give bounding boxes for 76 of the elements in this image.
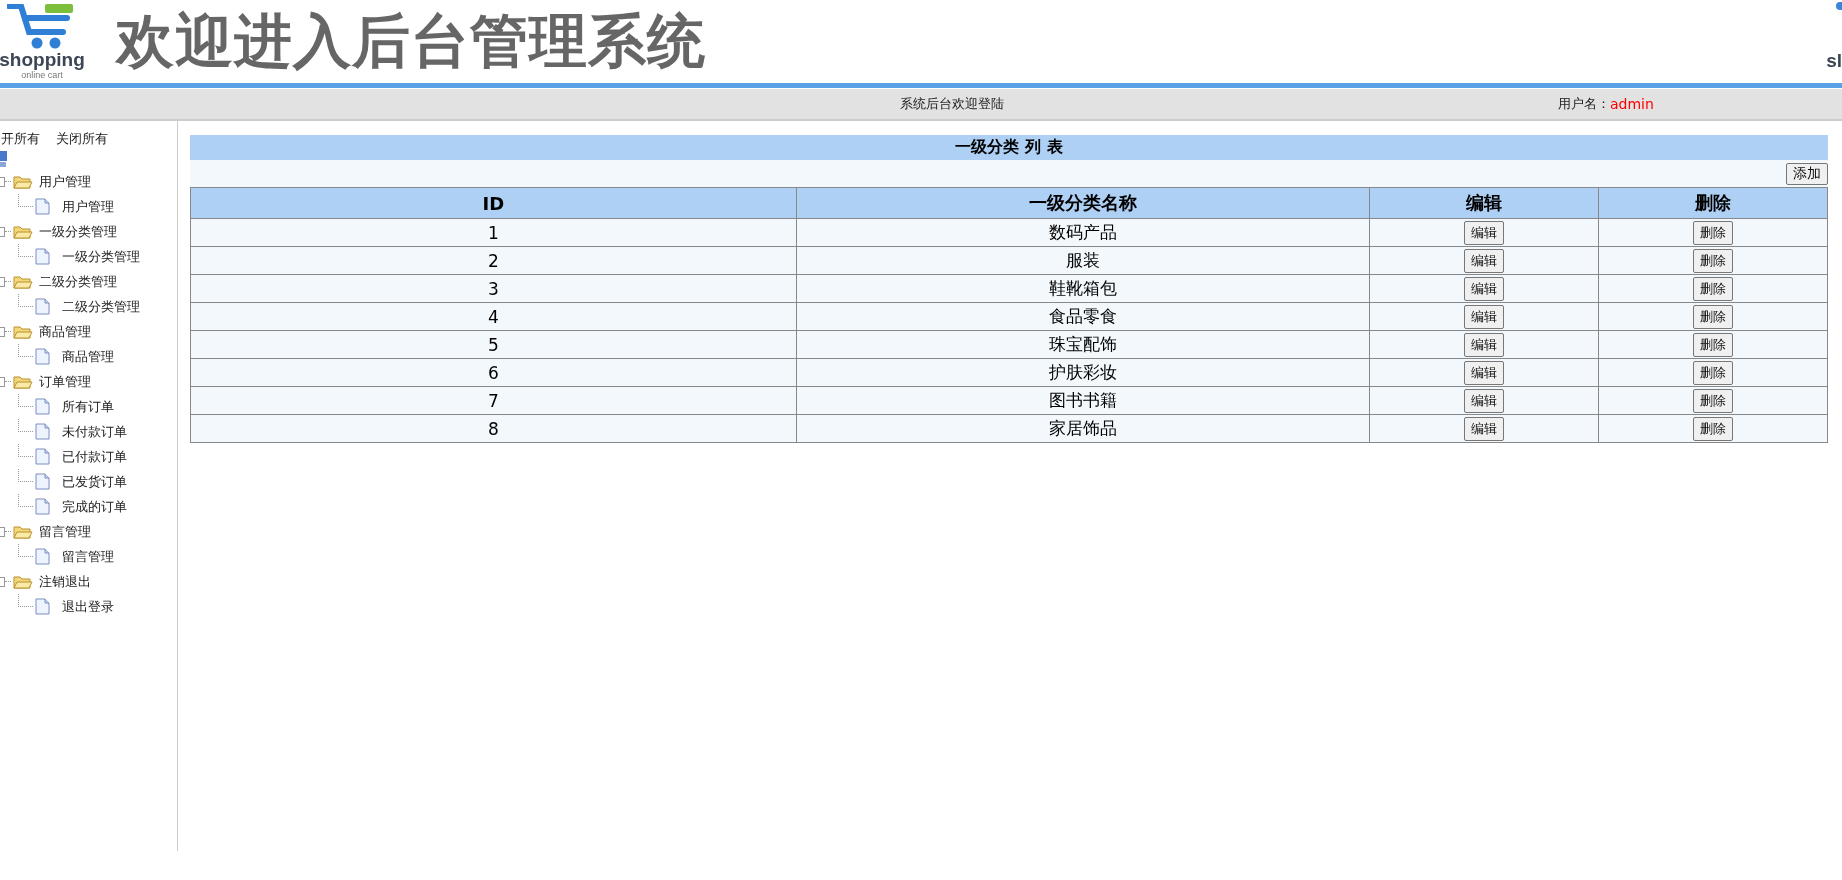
delete-button[interactable]: 删除 bbox=[1692, 220, 1733, 245]
file-icon bbox=[35, 198, 50, 215]
table-cell: 珠宝配饰 bbox=[796, 330, 1370, 359]
edit-button[interactable]: 编辑 bbox=[1463, 276, 1504, 301]
delete-button[interactable]: 删除 bbox=[1692, 248, 1733, 273]
tree-leaf-item[interactable]: 一级分类管理 bbox=[62, 247, 140, 266]
edit-button[interactable]: 编辑 bbox=[1463, 304, 1504, 329]
table-cell: 家居饰品 bbox=[796, 414, 1370, 443]
column-header: 一级分类名称 bbox=[796, 187, 1370, 219]
edit-button[interactable]: 编辑 bbox=[1463, 388, 1504, 413]
table-cell: 7 bbox=[190, 386, 797, 415]
table-cell: 数码产品 bbox=[796, 218, 1370, 247]
edit-button[interactable]: 编辑 bbox=[1463, 332, 1504, 357]
table-cell: 6 bbox=[190, 358, 797, 387]
delete-button[interactable]: 删除 bbox=[1692, 332, 1733, 357]
expand-all-link[interactable]: 开所有 bbox=[1, 130, 40, 148]
column-header: 编辑 bbox=[1369, 187, 1599, 219]
tree-folder-item[interactable]: 商品管理 bbox=[39, 322, 91, 341]
user-label: 用户名： bbox=[1558, 95, 1610, 113]
edit-button[interactable]: 编辑 bbox=[1463, 248, 1504, 273]
table-cell: 2 bbox=[190, 246, 797, 275]
table-cell: 图书书籍 bbox=[796, 386, 1370, 415]
table-cell: 护肤彩妆 bbox=[796, 358, 1370, 387]
tree-leaf-item[interactable]: 所有订单 bbox=[62, 397, 114, 416]
table-cell: 服装 bbox=[796, 246, 1370, 275]
tree-leaf-item[interactable]: 商品管理 bbox=[62, 347, 114, 366]
table-cell: 3 bbox=[190, 274, 797, 303]
table-title: 一级分类 列 表 bbox=[190, 135, 1828, 160]
column-header: 删除 bbox=[1598, 187, 1828, 219]
table-cell: 8 bbox=[190, 414, 797, 443]
user-name: admin bbox=[1610, 96, 1654, 112]
file-icon bbox=[35, 448, 50, 465]
delete-button[interactable]: 删除 bbox=[1692, 276, 1733, 301]
tree-folder-item[interactable]: 留言管理 bbox=[39, 522, 91, 541]
column-header: ID bbox=[190, 187, 797, 219]
tree-folder-item[interactable]: 用户管理 bbox=[39, 172, 91, 191]
tree-folder-item[interactable]: 二级分类管理 bbox=[39, 272, 117, 291]
delete-button[interactable]: 删除 bbox=[1692, 360, 1733, 385]
logo-text: shopping bbox=[0, 49, 85, 70]
delete-button[interactable]: 删除 bbox=[1692, 304, 1733, 329]
tree-leaf-item[interactable]: 退出登录 bbox=[62, 597, 114, 616]
logo-text: sl bbox=[1826, 50, 1842, 72]
tree-leaf-item[interactable]: 已发货订单 bbox=[62, 472, 127, 491]
tree-folder-item[interactable]: 一级分类管理 bbox=[39, 222, 117, 241]
welcome-text: 系统后台欢迎登陆 bbox=[900, 95, 1004, 113]
tree-leaf-item[interactable]: 二级分类管理 bbox=[62, 297, 140, 316]
delete-button[interactable]: 删除 bbox=[1692, 388, 1733, 413]
file-icon bbox=[35, 498, 50, 515]
page-title: 欢迎进入后台管理系统 bbox=[116, 5, 706, 77]
logo-subtext: online cart bbox=[21, 69, 63, 80]
file-icon bbox=[35, 398, 50, 415]
delete-button[interactable]: 删除 bbox=[1692, 416, 1733, 441]
tree-leaf-item[interactable]: 已付款订单 bbox=[62, 447, 127, 466]
table-cell: 食品零食 bbox=[796, 302, 1370, 331]
file-icon bbox=[35, 598, 50, 615]
edit-button[interactable]: 编辑 bbox=[1463, 416, 1504, 441]
add-button[interactable]: 添加 bbox=[1786, 162, 1828, 185]
tree-leaf-item[interactable]: 留言管理 bbox=[62, 547, 114, 566]
tree-leaf-item[interactable]: 未付款订单 bbox=[62, 422, 127, 441]
table-cell: 4 bbox=[190, 302, 797, 331]
file-icon bbox=[35, 473, 50, 490]
table-cell: 5 bbox=[190, 330, 797, 359]
tree-folder-item[interactable]: 注销退出 bbox=[39, 572, 91, 591]
table-cell: 鞋靴箱包 bbox=[796, 274, 1370, 303]
table-cell: 1 bbox=[190, 218, 797, 247]
file-icon bbox=[35, 348, 50, 365]
file-icon bbox=[35, 548, 50, 565]
file-icon bbox=[35, 298, 50, 315]
tree-leaf-item[interactable]: 完成的订单 bbox=[62, 497, 127, 516]
tree-leaf-item[interactable]: 用户管理 bbox=[62, 197, 114, 216]
edit-button[interactable]: 编辑 bbox=[1463, 360, 1504, 385]
tree-folder-item[interactable]: 订单管理 bbox=[39, 372, 91, 391]
edit-button[interactable]: 编辑 bbox=[1463, 220, 1504, 245]
collapse-all-link[interactable]: 关闭所有 bbox=[56, 130, 108, 148]
file-icon bbox=[35, 248, 50, 265]
file-icon bbox=[35, 423, 50, 440]
